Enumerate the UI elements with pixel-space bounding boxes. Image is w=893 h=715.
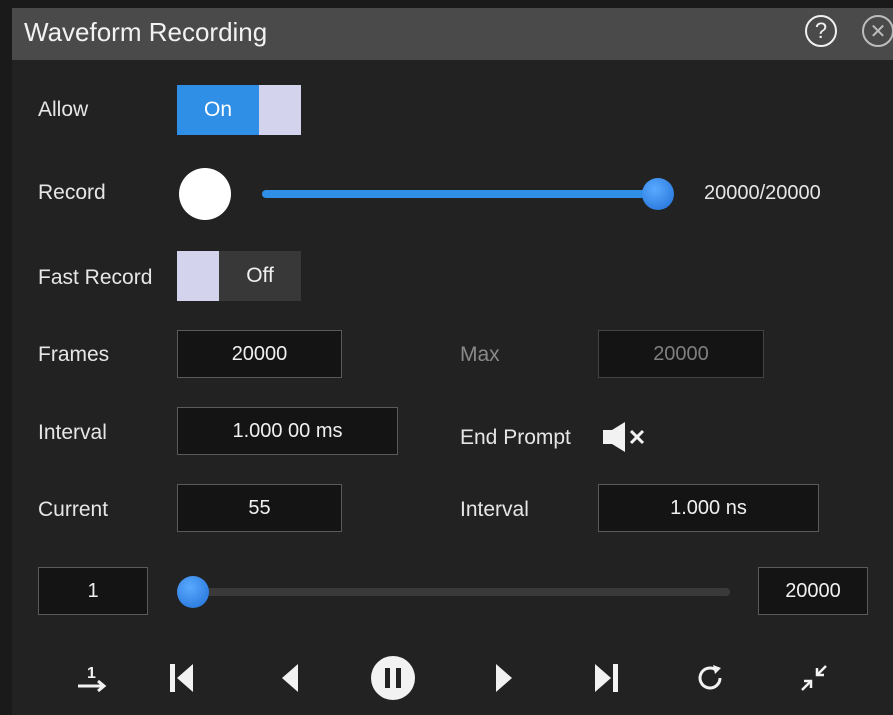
close-button[interactable]: ✕ — [862, 15, 893, 47]
pause-icon[interactable] — [367, 648, 419, 708]
help-icon: ? — [814, 18, 828, 43]
record-label: Record — [38, 181, 106, 204]
max-label: Max — [460, 343, 500, 366]
interval-label: Interval — [38, 421, 107, 444]
step-back-icon[interactable] — [270, 648, 310, 708]
help-button[interactable]: ? — [805, 15, 837, 47]
fast-record-toggle-state: Off — [219, 251, 301, 301]
frames-input[interactable]: 20000 — [177, 330, 342, 378]
allow-label: Allow — [38, 98, 89, 121]
replay-icon[interactable] — [690, 648, 730, 708]
current-label: Current — [38, 498, 109, 521]
speaker-muted-icon[interactable] — [601, 420, 651, 454]
record-progress-text: 20000/20000 — [704, 182, 821, 204]
frame-slider-track[interactable] — [192, 588, 730, 596]
allow-toggle-knob — [259, 85, 301, 135]
goto-frame-icon[interactable]: 1 — [68, 648, 118, 708]
frames-label: Frames — [38, 343, 110, 366]
allow-toggle-state: On — [177, 85, 259, 135]
collapse-icon[interactable] — [794, 648, 834, 708]
frame-slider-thumb[interactable] — [177, 576, 209, 608]
current-interval-label: Interval — [460, 498, 529, 521]
frame-start-input[interactable]: 1 — [38, 567, 148, 615]
allow-toggle[interactable]: On — [177, 85, 301, 135]
record-button[interactable] — [179, 168, 231, 220]
fast-record-toggle-knob — [177, 251, 219, 301]
skip-to-end-icon[interactable] — [586, 648, 626, 708]
current-interval-value: 1.000 ns — [598, 484, 819, 532]
record-progress-track — [262, 190, 662, 198]
skip-to-start-icon[interactable] — [162, 648, 202, 708]
frame-end-input[interactable]: 20000 — [758, 567, 868, 615]
max-frames-value: 20000 — [598, 330, 764, 378]
close-icon: ✕ — [869, 20, 887, 43]
record-progress-thumb[interactable] — [642, 178, 674, 210]
waveform-recording-dialog: Waveform Recording ? ✕ Allow On Record 2… — [12, 8, 893, 715]
current-frame-input[interactable]: 55 — [177, 484, 342, 532]
interval-input[interactable]: 1.000 00 ms — [177, 407, 398, 455]
step-forward-icon[interactable] — [484, 648, 524, 708]
fast-record-toggle[interactable]: Off — [177, 251, 301, 301]
svg-text:1: 1 — [87, 665, 96, 682]
fast-record-label: Fast Record — [38, 266, 153, 289]
title-bar: Waveform Recording ? ✕ — [12, 8, 893, 60]
end-prompt-label: End Prompt — [460, 426, 571, 449]
dialog-title: Waveform Recording — [24, 17, 268, 47]
